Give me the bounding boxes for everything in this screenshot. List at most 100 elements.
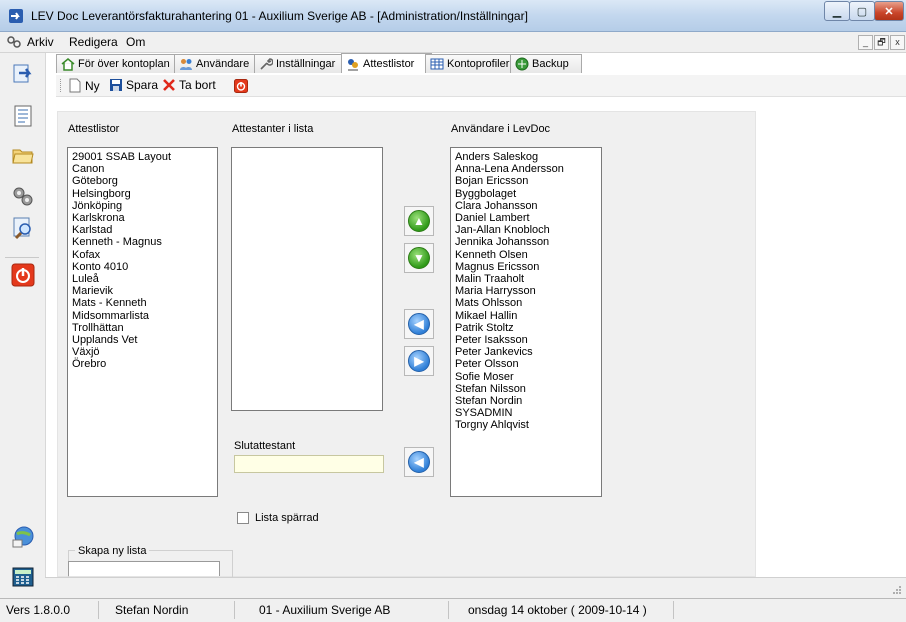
list-item[interactable]: Byggbolaget [455,188,597,200]
stop-icon[interactable] [234,79,248,93]
anvandare-listbox[interactable]: Anders Saleskog Anna-Lena Andersson Bojan … [450,147,602,497]
list-item[interactable]: SYSADMIN [455,407,597,419]
list-item[interactable]: Magnus Ericsson [455,261,597,273]
tab-attestlistor[interactable]: Attestlistor [341,53,432,73]
tab-label: Kontoprofiler [447,58,510,70]
move-down-button[interactable]: ▼ [404,243,434,273]
list-item[interactable]: Peter Jankevics [455,346,597,358]
import-icon[interactable] [11,61,35,85]
list-item[interactable]: 29001 SSAB Layout [72,151,213,163]
list-item[interactable]: Kenneth Olsen [455,249,597,261]
mdi-minimize-button[interactable]: _ [858,35,873,50]
menu-redigera[interactable]: Redigera [69,35,118,49]
new-button[interactable]: Ny [68,78,100,93]
new-document-icon [69,78,81,93]
list-item[interactable]: Marievik [72,285,213,297]
anvandare-label: Användare i LevDoc [451,123,551,135]
menu-arkiv[interactable]: Arkiv [27,35,54,49]
list-item[interactable]: Göteborg [72,175,213,187]
list-item[interactable]: Upplands Vet [72,334,213,346]
list-item[interactable]: Clara Johansson [455,200,597,212]
list-item[interactable]: Kenneth - Magnus [72,236,213,248]
power-icon[interactable] [11,263,35,287]
save-label: Spara [126,78,159,92]
status-divider [234,601,235,619]
tab-backup[interactable]: Backup [510,54,582,73]
toolbar-grip [60,79,63,92]
folder-open-icon[interactable] [11,143,35,167]
list-item[interactable]: Anna-Lena Andersson [455,163,597,175]
list-item[interactable]: Torgny Ahlqvist [455,419,597,431]
tab-kontoprofiler[interactable]: Kontoprofiler [425,54,517,73]
list-item[interactable]: Stefan Nordin [455,395,597,407]
list-item[interactable]: Mikael Hallin [455,310,597,322]
grid-icon [430,58,444,70]
list-item[interactable]: Trollhättan [72,322,213,334]
tab-for-over-kontoplan[interactable]: För över kontoplan [56,54,181,73]
list-item[interactable]: Helsingborg [72,188,213,200]
list-item[interactable]: Daniel Lambert [455,212,597,224]
list-item[interactable]: Örebro [72,358,213,370]
list-item[interactable]: Anders Saleskog [455,151,597,163]
minimize-button[interactable]: ▁ [824,1,850,21]
document-list-icon[interactable] [11,104,35,128]
maximize-button[interactable]: ▢ [849,1,875,21]
list-item[interactable]: Jennika Johansson [455,236,597,248]
attestlistor-listbox[interactable]: 29001 SSAB Layout Canon Göteborg Helsingbor… [67,147,218,497]
lista-sparrad-label: Lista spärrad [255,512,319,524]
list-item[interactable]: Peter Olsson [455,358,597,370]
mdi-child-icon[interactable] [6,35,22,49]
list-item[interactable]: Patrik Stoltz [455,322,597,334]
close-button[interactable]: ✕ [874,1,904,21]
move-up-button[interactable]: ▲ [404,206,434,236]
status-version: Vers 1.8.0.0 [6,603,71,617]
search-document-icon[interactable] [11,216,35,240]
resize-grip-icon[interactable] [892,585,902,595]
list-item[interactable]: Peter Isaksson [455,334,597,346]
list-item[interactable]: Växjö [72,346,213,358]
save-button[interactable]: Spara [109,78,158,92]
list-item[interactable]: Jan-Allan Knobloch [455,224,597,236]
mdi-restore-button[interactable]: 🗗 [874,35,889,50]
connect-icon[interactable] [11,525,35,549]
remove-attestant-button[interactable]: ▶ [404,346,434,376]
list-item[interactable]: Mats - Kenneth [72,297,213,309]
title-bar: LEV Doc Leverantörsfakturahantering 01 -… [0,0,906,32]
attestanter-listbox[interactable] [231,147,383,411]
list-item[interactable]: Jönköping [72,200,213,212]
status-divider [673,601,674,619]
list-item[interactable]: Luleå [72,273,213,285]
new-list-name-input[interactable] [68,561,220,576]
list-item[interactable]: Konto 4010 [72,261,213,273]
arrow-left-icon: ◀ [408,313,430,335]
list-item[interactable]: Sofie Moser [455,371,597,383]
add-attestant-button[interactable]: ◀ [404,309,434,339]
list-item[interactable]: Bojan Ericsson [455,175,597,187]
settings-gears-icon[interactable] [11,184,35,208]
bottom-stripe [45,577,906,598]
lista-sparrad-checkbox[interactable] [237,512,249,524]
list-item[interactable]: Kofax [72,249,213,261]
delete-button[interactable]: Ta bort [162,78,216,92]
tab-anvandare[interactable]: Användare [174,54,261,73]
arrow-down-icon: ▼ [408,247,430,269]
wrench-icon [260,58,273,70]
save-disk-icon [110,79,122,91]
list-item[interactable]: Stefan Nilsson [455,383,597,395]
list-item[interactable]: Karlskrona [72,212,213,224]
list-item[interactable]: Maria Harrysson [455,285,597,297]
list-item[interactable]: Mats Ohlsson [455,297,597,309]
list-item[interactable]: Canon [72,163,213,175]
calculator-icon[interactable] [11,565,35,589]
list-item[interactable]: Karlstad [72,224,213,236]
mdi-close-button[interactable]: x [890,35,905,50]
status-divider [98,601,99,619]
slutattestant-field[interactable] [234,455,384,473]
tab-installningar[interactable]: Inställningar [254,54,348,73]
app-icon [9,9,23,23]
list-item[interactable]: Malin Traaholt [455,273,597,285]
set-slutattestant-button[interactable]: ◀ [404,447,434,477]
menu-om[interactable]: Om [126,35,145,49]
list-item[interactable]: Midsommarlista [72,310,213,322]
attestanter-label: Attestanter i lista [232,123,314,135]
